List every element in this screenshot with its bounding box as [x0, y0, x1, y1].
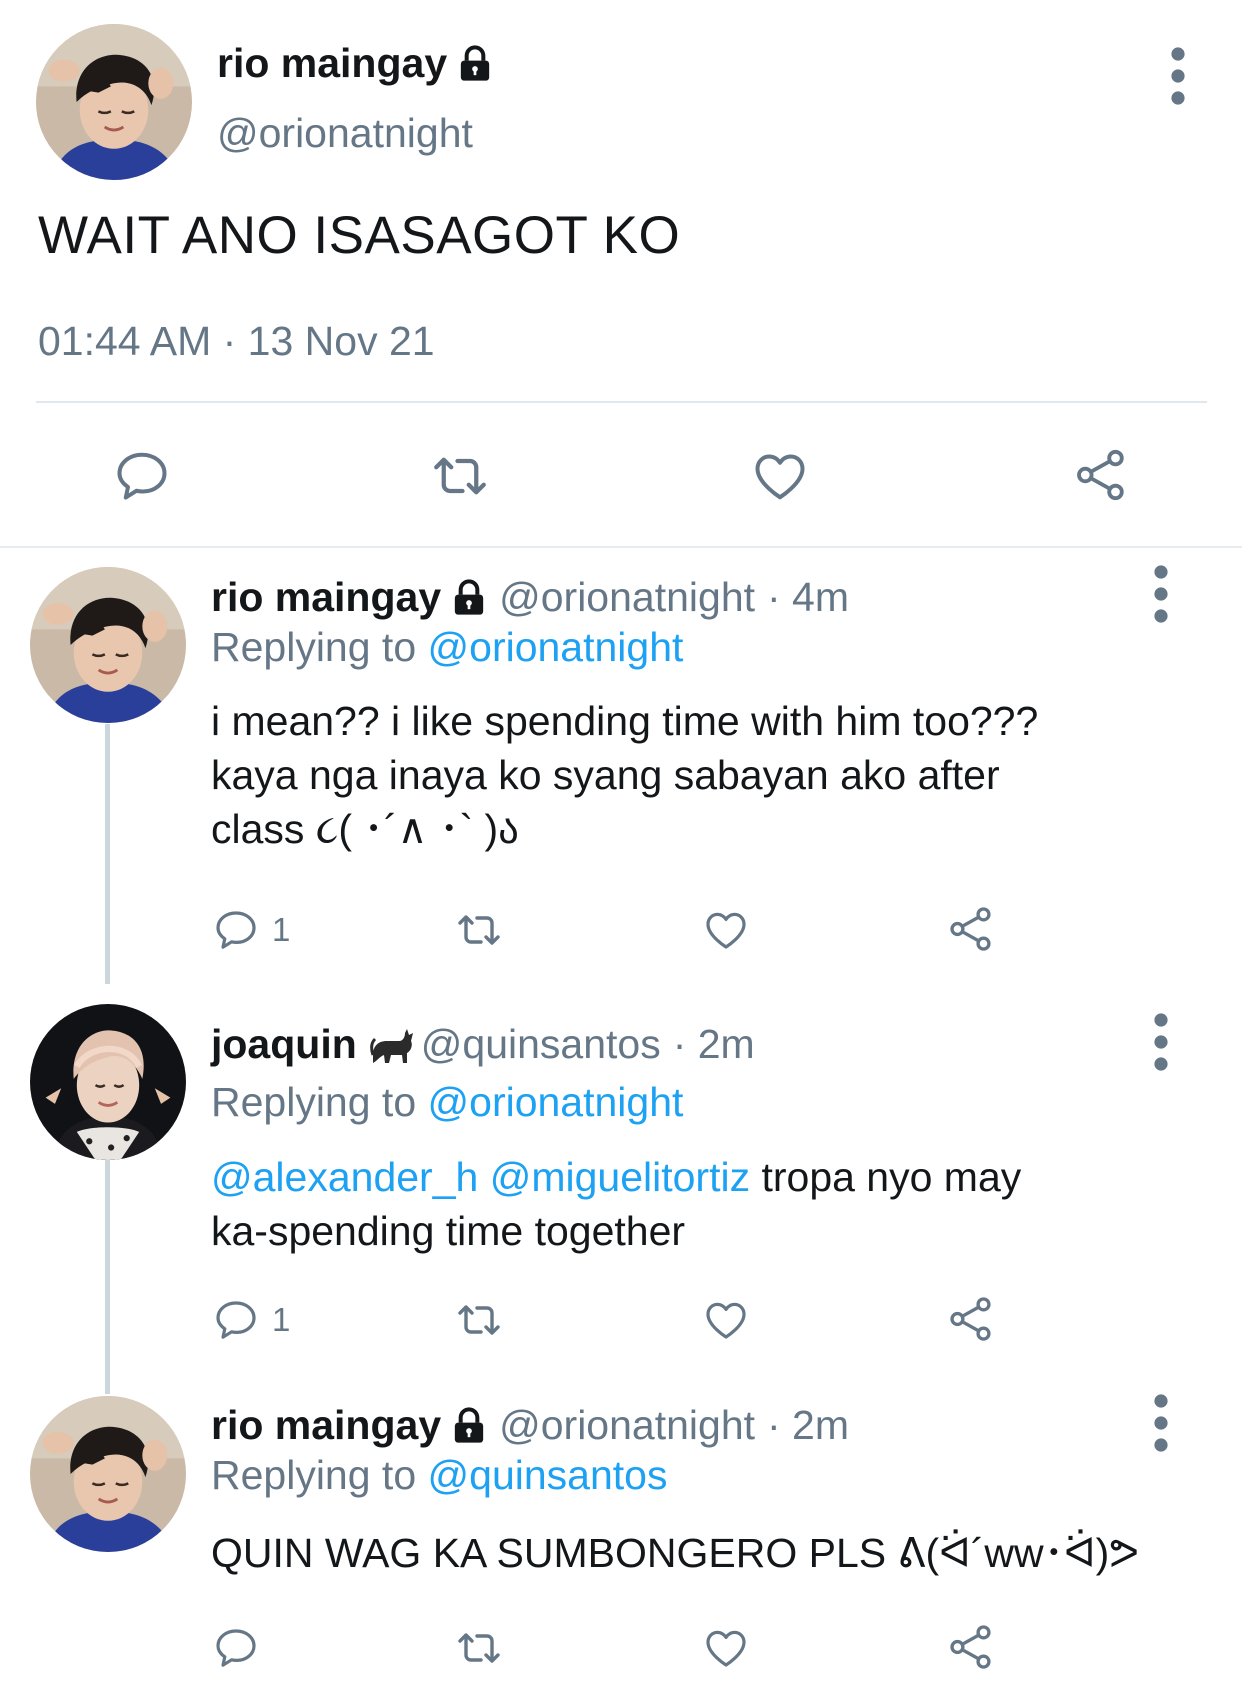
retweet-icon[interactable] — [452, 906, 506, 954]
reply-count: 1 — [272, 911, 291, 948]
reply-header: joaquin @quinsantos · 2m — [211, 1021, 755, 1068]
author-handle[interactable]: @quinsantos — [421, 1021, 661, 1068]
reply-icon[interactable] — [212, 1624, 260, 1672]
mention-link[interactable]: @alexander_h — [211, 1154, 478, 1200]
tweet-text: QUIN WAG KA SUMBONGERO PLS ᕕ(ᐛ´ww･ᐛ)ᕗ — [211, 1530, 1140, 1576]
replying-to: Replying to @orionatnight — [211, 624, 684, 670]
more-options-icon[interactable] — [1149, 1393, 1173, 1453]
share-icon[interactable] — [1072, 446, 1130, 504]
retweet-icon[interactable] — [452, 1624, 506, 1672]
like-icon[interactable] — [701, 1296, 751, 1344]
tweet-time: · 2m — [672, 1021, 755, 1067]
more-options-icon[interactable] — [1166, 46, 1190, 106]
main-tweet-author[interactable]: rio maingay — [217, 40, 495, 87]
lock-icon — [449, 1406, 489, 1446]
reply-icon[interactable] — [212, 906, 260, 954]
divider — [36, 401, 1207, 403]
reply-icon[interactable] — [112, 446, 172, 506]
more-options-icon[interactable] — [1149, 564, 1173, 624]
avatar-image — [30, 1004, 186, 1160]
tweet-text: i mean?? i like spending time with him t… — [211, 694, 1038, 856]
reply-header: rio maingay @orionatnight · 2m — [211, 1402, 849, 1449]
more-options-icon[interactable] — [1149, 1012, 1173, 1072]
tweet-time: · 2m — [767, 1402, 850, 1448]
tweet-time: · 4m — [767, 574, 850, 620]
author-name[interactable]: joaquin — [211, 1021, 357, 1068]
replying-to-link[interactable]: @orionatnight — [428, 1079, 684, 1125]
reply-count: 1 — [272, 1301, 291, 1338]
reply-icon[interactable] — [212, 1296, 260, 1344]
share-icon[interactable] — [946, 1622, 996, 1672]
avatar-image — [30, 567, 186, 723]
tweet-text-line: ka-spending time together — [211, 1208, 686, 1254]
tweet-text-line: @alexander_h @miguelitortiz tropa nyo ma… — [211, 1154, 1022, 1200]
avatar[interactable] — [30, 1396, 186, 1552]
replying-to: Replying to @orionatnight — [211, 1079, 684, 1125]
tweet-text: @alexander_h @miguelitortiz tropa nyo ma… — [211, 1150, 1021, 1258]
tweet-text: WAIT ANO ISASAGOT KO — [38, 206, 681, 265]
mention-link[interactable]: @miguelitortiz — [490, 1154, 750, 1200]
author-name[interactable]: rio maingay — [211, 1402, 441, 1449]
author-name[interactable]: rio maingay — [211, 574, 441, 621]
tweet-text-line: class ૮( ･´∧ ･` )ა — [211, 806, 519, 852]
avatar-image — [30, 1396, 186, 1552]
author-handle[interactable]: @orionatnight — [217, 110, 473, 157]
tweet-text-line: kaya nga inaya ko syang sabayan ako afte… — [211, 752, 1000, 798]
tweet-timestamp: 01:44 AM · 13 Nov 21 — [38, 318, 435, 364]
thread-connector — [105, 1160, 110, 1394]
lock-icon — [449, 578, 489, 618]
avatar[interactable] — [30, 1004, 186, 1160]
like-icon[interactable] — [701, 906, 751, 954]
reply-header: rio maingay @orionatnight · 4m — [211, 574, 849, 621]
share-icon[interactable] — [946, 1294, 996, 1344]
tweet-text-line: i mean?? i like spending time with him t… — [211, 698, 1039, 744]
replying-to: Replying to @quinsantos — [211, 1452, 668, 1498]
share-icon[interactable] — [946, 904, 996, 954]
cat-icon — [369, 1028, 413, 1063]
avatar[interactable] — [36, 24, 192, 180]
thread-connector — [105, 724, 110, 984]
retweet-icon[interactable] — [428, 446, 492, 506]
replying-to-link[interactable]: @orionatnight — [428, 624, 684, 670]
author-name[interactable]: rio maingay — [217, 40, 447, 87]
divider — [0, 546, 1242, 548]
lock-icon — [455, 44, 495, 84]
author-handle[interactable]: @orionatnight — [499, 1402, 755, 1449]
avatar-image — [36, 24, 192, 180]
like-icon[interactable] — [749, 446, 811, 506]
like-icon[interactable] — [701, 1624, 751, 1672]
avatar[interactable] — [30, 567, 186, 723]
author-handle[interactable]: @orionatnight — [499, 574, 755, 621]
replying-to-link[interactable]: @quinsantos — [428, 1452, 668, 1498]
retweet-icon[interactable] — [452, 1296, 506, 1344]
